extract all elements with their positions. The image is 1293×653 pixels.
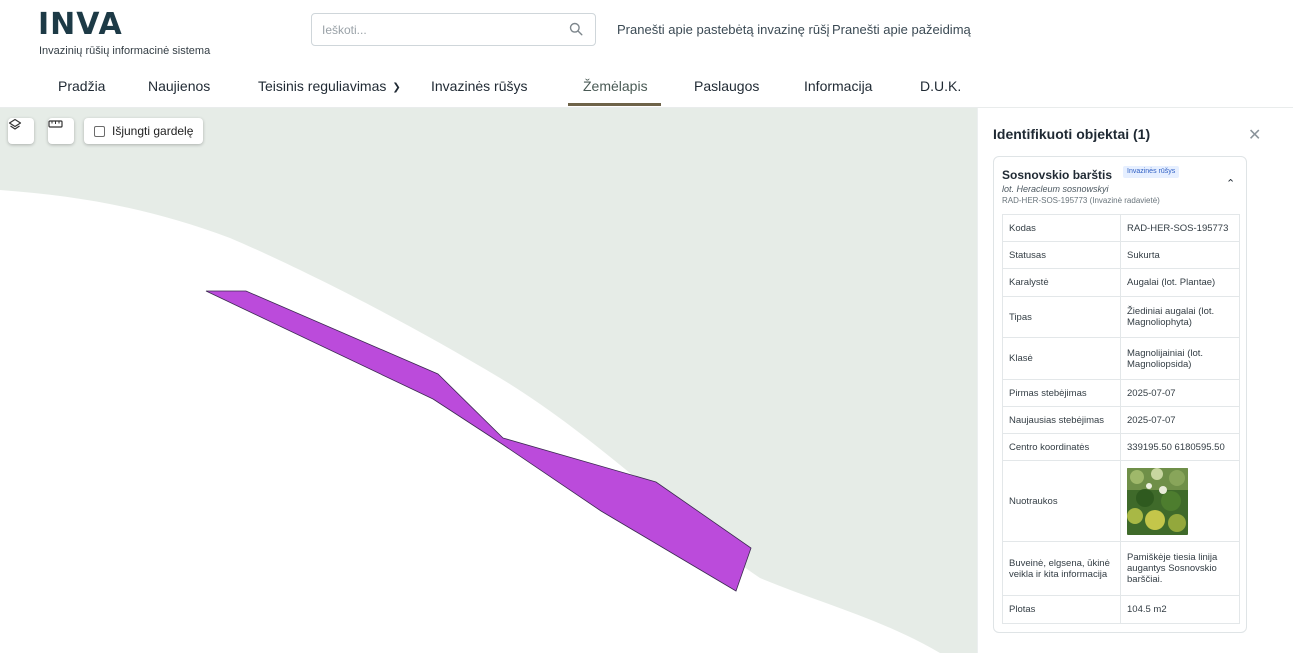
map-canvas[interactable]: Išjungti gardelę [0, 108, 977, 653]
property-key: Plotas [1002, 595, 1121, 624]
property-value: 2025-07-07 [1120, 379, 1240, 407]
property-key: Statusas [1002, 241, 1121, 269]
site-code-line: RAD-HER-SOS-195773 (Invazinė radavietė) [1002, 196, 1160, 205]
property-value: Magnolijainiai (lot. Magnoliopsida) [1120, 337, 1240, 380]
property-key: Buveinė, elgsena, ūkinė veikla ir kita i… [1002, 541, 1121, 596]
land-area [0, 108, 977, 653]
property-value: 339195.50 6180595.50 [1120, 433, 1240, 461]
nav-item-naujienos[interactable]: Naujienos [148, 78, 210, 94]
measure-button[interactable] [48, 118, 74, 144]
table-row: Kodas RAD-HER-SOS-195773 [1002, 214, 1240, 242]
chevron-up-icon[interactable]: ⌃ [1226, 177, 1235, 190]
site-header: INVA Invazinių rūšių informacinė sistema… [0, 0, 1293, 108]
ruler-icon [48, 120, 63, 128]
table-row: Pirmas stebėjimas 2025-07-07 [1002, 379, 1240, 407]
property-key: Centro koordinatės [1002, 433, 1121, 461]
table-row: Naujausias stebėjimas 2025-07-07 [1002, 406, 1240, 434]
layers-button[interactable] [8, 118, 34, 144]
nav-item-teisinis-reguliavimas[interactable]: Teisinis reguliavimas ❯ [258, 78, 401, 94]
property-value: 104.5 m2 [1120, 595, 1240, 624]
property-value: RAD-HER-SOS-195773 [1120, 214, 1240, 242]
property-value: 2025-07-07 [1120, 406, 1240, 434]
property-value: Žiediniai augalai (lot. Magnoliophyta) [1120, 296, 1240, 338]
inva-logo[interactable]: INVA [38, 8, 123, 42]
table-row: Karalystė Augalai (lot. Plantae) [1002, 268, 1240, 297]
active-nav-indicator [568, 103, 661, 106]
report-species-link[interactable]: Pranešti apie pastebėtą invazinę rūšį [617, 22, 829, 37]
property-key: Kodas [1002, 214, 1121, 242]
nav-item-duk[interactable]: D.U.K. [920, 78, 961, 94]
property-key: Naujausias stebėjimas [1002, 406, 1121, 434]
plant-photo-thumbnail[interactable] [1127, 467, 1188, 535]
nav-item-label: Teisinis reguliavimas [258, 78, 387, 94]
grid-toggle[interactable]: Išjungti gardelę [84, 118, 204, 144]
chevron-down-icon: ❯ [392, 82, 401, 93]
property-key: Tipas [1002, 296, 1121, 338]
identified-objects-panel: Identifikuoti objektai (1) ✕ Sosnovskio … [977, 108, 1293, 653]
property-key: Nuotraukos [1002, 460, 1121, 542]
property-key: Karalystė [1002, 268, 1121, 297]
site-subtitle: Invazinių rūšių informacinė sistema [39, 45, 211, 57]
latin-name: lot. Heracleum sosnowskyi [1002, 184, 1109, 194]
species-name: Sosnovskio barštis [1002, 168, 1113, 182]
grid-toggle-label: Išjungti gardelę [112, 124, 194, 138]
property-key: Pirmas stebėjimas [1002, 379, 1121, 407]
nav-item-paslaugos[interactable]: Paslaugos [694, 78, 759, 94]
table-row: Nuotraukos [1002, 460, 1240, 542]
property-value: Sukurta [1120, 241, 1240, 269]
property-value: Augalai (lot. Plantae) [1120, 268, 1240, 297]
property-value: Pamiškėje tiesia linija augantys Sosnovs… [1120, 541, 1240, 596]
close-icon[interactable]: ✕ [1248, 125, 1261, 145]
nav-item-zemelapis[interactable]: Žemėlapis [583, 78, 648, 94]
search-input[interactable] [312, 14, 562, 45]
property-key: Klasė [1002, 337, 1121, 380]
panel-title: Identifikuoti objektai (1) [993, 126, 1151, 142]
nav-item-pradzia[interactable]: Pradžia [58, 78, 105, 94]
search-icon[interactable] [569, 22, 583, 36]
table-row: Statusas Sukurta [1002, 241, 1240, 269]
object-card: Sosnovskio barštis Invazinės rūšys lot. … [993, 156, 1247, 633]
category-badge: Invazinės rūšys [1123, 166, 1180, 178]
table-row: Klasė Magnolijainiai (lot. Magnoliopsida… [1002, 337, 1240, 380]
nav-item-informacija[interactable]: Informacija [804, 78, 872, 94]
report-violation-link[interactable]: Pranešti apie pažeidimą [832, 22, 971, 37]
main-nav: Pradžia Naujienos Teisinis reguliavimas ❯… [0, 72, 1293, 108]
photo-cell [1120, 460, 1240, 542]
table-row: Buveinė, elgsena, ūkinė veikla ir kita i… [1002, 541, 1240, 596]
grid-toggle-checkbox[interactable] [94, 125, 105, 137]
table-row: Tipas Žiediniai augalai (lot. Magnolioph… [1002, 296, 1240, 338]
layers-icon [8, 118, 22, 130]
map-layer [0, 108, 977, 653]
nav-item-invazines-rusys[interactable]: Invazinės rūšys [431, 78, 527, 94]
table-row: Centro koordinatės 339195.50 6180595.50 [1002, 433, 1240, 461]
properties-table: Kodas RAD-HER-SOS-195773 Statusas Sukurt… [1002, 214, 1240, 624]
search-box [311, 13, 596, 46]
table-row: Plotas 104.5 m2 [1002, 595, 1240, 624]
